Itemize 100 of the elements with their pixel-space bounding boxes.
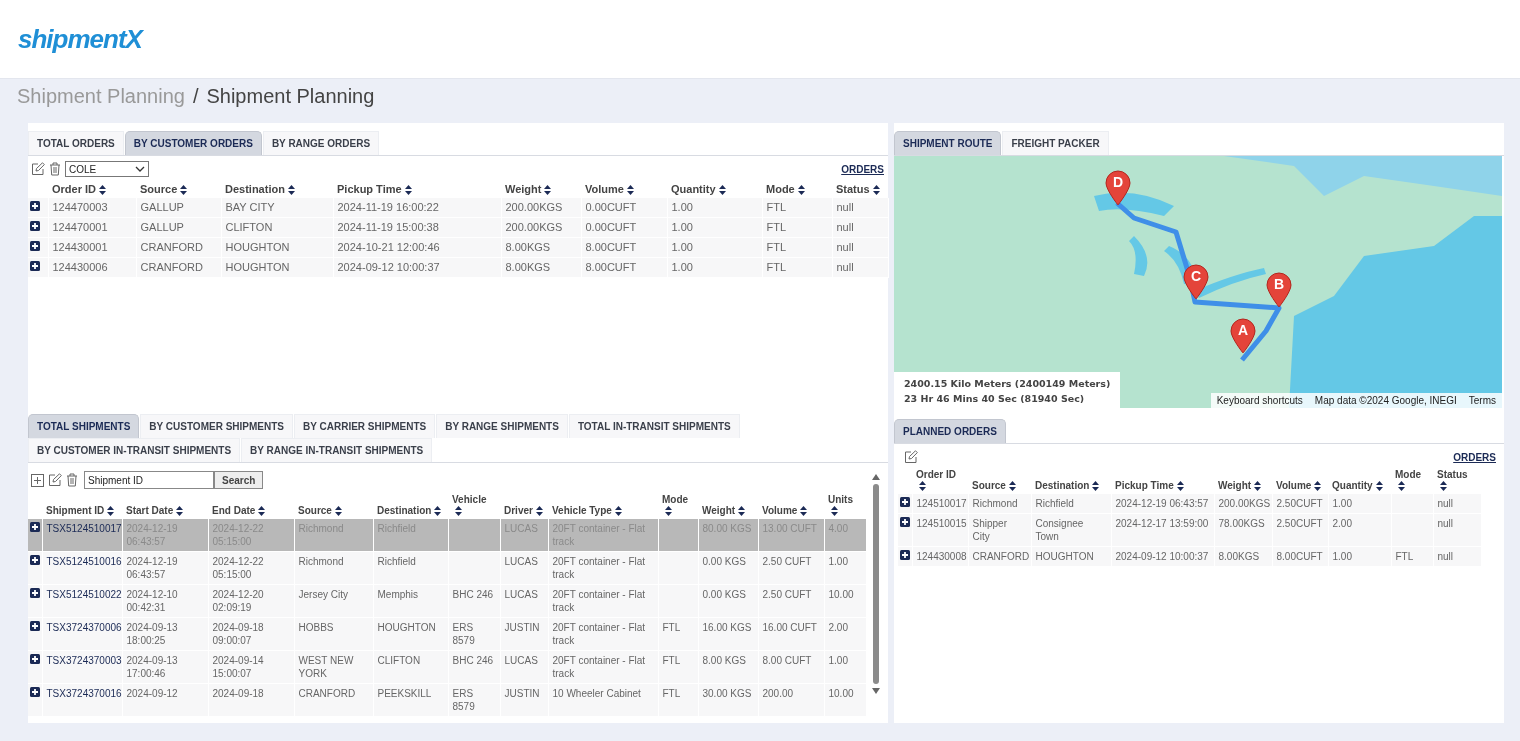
expand-icon[interactable] (30, 221, 40, 232)
tab[interactable]: SHIPMENT ROUTE (894, 131, 1002, 155)
sort-icon[interactable] (434, 506, 442, 517)
tab[interactable]: PLANNED ORDERS (894, 419, 1006, 443)
scroll-up-icon[interactable] (870, 473, 881, 481)
table-cell: 2024-10-21 12:00:46 (337, 241, 440, 254)
sort-icon[interactable] (180, 185, 188, 196)
expand-icon[interactable] (900, 517, 910, 528)
tab[interactable]: BY CUSTOMER IN-TRANSIT SHIPMENTS (28, 438, 241, 462)
expand-icon[interactable] (30, 522, 40, 533)
add-icon[interactable] (31, 473, 44, 487)
sort-icon[interactable] (258, 506, 266, 517)
expand-icon[interactable] (900, 497, 910, 508)
sort-icon[interactable] (1398, 481, 1405, 492)
table-cell: 8.00KGS (1218, 551, 1260, 563)
sort-icon[interactable] (665, 506, 672, 517)
sort-icon[interactable] (1314, 481, 1322, 492)
sort-icon[interactable] (334, 506, 342, 517)
tab[interactable]: BY RANGE ORDERS (262, 131, 380, 155)
sort-icon[interactable] (614, 506, 622, 517)
orders-link[interactable]: ORDERS (1453, 451, 1496, 463)
table-cell: LUCAS (504, 589, 538, 601)
expand-icon[interactable] (30, 201, 40, 212)
edit-icon[interactable] (31, 162, 45, 176)
expand-icon[interactable] (30, 555, 40, 566)
sort-icon[interactable] (176, 506, 184, 517)
scrollbar-thumb[interactable] (872, 484, 879, 684)
map-marker[interactable]: C (1183, 264, 1209, 300)
sort-icon[interactable] (535, 506, 543, 517)
sort-icon[interactable] (1092, 481, 1100, 492)
sort-icon[interactable] (1440, 481, 1447, 492)
sort-icon[interactable] (107, 506, 115, 517)
expand-icon[interactable] (30, 621, 40, 632)
map-drawing[interactable] (894, 156, 1502, 408)
expand-icon[interactable] (30, 654, 40, 665)
map-attribution-link[interactable]: Map data ©2024 Google, INEGI (1308, 393, 1463, 408)
table-cell: 1.00 (671, 261, 693, 274)
expand-icon[interactable] (30, 687, 40, 698)
sort-icon[interactable] (738, 506, 746, 517)
sort-icon[interactable] (1176, 481, 1184, 492)
tab[interactable]: TOTAL SHIPMENTS (28, 414, 140, 438)
table-cell: WEST NEW YORK (298, 655, 354, 680)
tab[interactable]: FREIGHT PACKER (1002, 131, 1109, 155)
map-attribution-link[interactable]: Terms (1462, 393, 1502, 408)
sort-icon[interactable] (797, 185, 805, 196)
tab[interactable]: BY RANGE SHIPMENTS (436, 414, 568, 438)
customer-dropdown[interactable]: COLE (65, 161, 149, 177)
sort-icon[interactable] (544, 185, 552, 196)
map-marker[interactable]: B (1266, 272, 1292, 308)
sort-icon[interactable] (919, 481, 926, 492)
shipment-id-link[interactable]: TSX3724370006 (46, 622, 122, 634)
breadcrumb-item: Shipment Planning (206, 84, 375, 108)
edit-icon[interactable] (904, 450, 918, 464)
sort-icon[interactable] (99, 185, 106, 196)
map-marker[interactable]: A (1230, 318, 1256, 354)
shipment-id-link[interactable]: TSX5124510022 (46, 589, 122, 601)
expand-icon[interactable] (900, 550, 910, 561)
tab[interactable]: BY CARRIER SHIPMENTS (294, 414, 436, 438)
shipment-id-link[interactable]: TSX5124510017 (46, 523, 122, 535)
trash-icon[interactable] (66, 473, 78, 487)
sort-icon[interactable] (1254, 481, 1262, 492)
table-row[interactable]: TSX3724370006 2024-09-13 18:00:25 2024-09-18 09:00:07 HOBBS HOUGHTON ERS 8579 JUSTIN 20FT container - Flat track FTL 16.00 KGS 16.00 CUFT 2.00 (28, 617, 866, 651)
edit-icon[interactable] (48, 473, 62, 487)
route-distance: 2400.15 Kilo Meters (2400149 Meters) (904, 377, 1111, 391)
sort-icon[interactable] (872, 185, 880, 196)
shipment-id-field[interactable]: Shipment ID (84, 471, 214, 489)
map-marker[interactable]: D (1105, 170, 1131, 206)
sort-icon[interactable] (1375, 481, 1383, 492)
sort-icon[interactable] (455, 506, 462, 517)
table-row[interactable]: TSX3724370003 2024-09-13 17:00:46 2024-09-14 15:00:07 WEST NEW YORK CLIFTON BHC 246 LUCAS 20FT container - Flat track FTL 8.00 KGS 8.00 CUFT 1.00 (28, 650, 866, 684)
logo[interactable]: shipmentX (18, 23, 142, 55)
expand-icon[interactable] (30, 588, 40, 599)
sort-icon[interactable] (626, 185, 634, 196)
trash-icon[interactable] (49, 162, 61, 176)
sort-icon[interactable] (1008, 481, 1016, 492)
table-row[interactable]: TSX3724370016 2024-09-12 2024-09-18 CRANFORD PEEKSKILL ERS 8579 JUSTIN 10 Wheeler Cabinet FTL 30.00 KGS 200.00 10.00 (28, 683, 866, 717)
orders-link[interactable]: ORDERS (841, 163, 884, 175)
sort-icon[interactable] (800, 506, 808, 517)
map-attribution-link[interactable]: Keyboard shortcuts (1210, 393, 1309, 408)
table-row[interactable]: TSX5124510016 2024-12-19 06:43:57 2024-12-22 05:15:00 Richmond Richfield LUCAS 20FT container - Flat track 0.00 KGS 2.50 CUFT 1.00 (28, 551, 866, 585)
sort-icon[interactable] (831, 506, 838, 517)
sort-icon[interactable] (718, 185, 726, 196)
table-cell: 2.50CUFT (1276, 498, 1323, 510)
tab[interactable]: BY CUSTOMER SHIPMENTS (140, 414, 293, 438)
scroll-down-icon[interactable] (870, 687, 881, 695)
shipment-id-link[interactable]: TSX3724370016 (46, 688, 122, 700)
tab[interactable]: BY CUSTOMER ORDERS (124, 131, 262, 155)
shipment-id-link[interactable]: TSX5124510016 (46, 556, 122, 568)
table-row[interactable]: TSX5124510022 2024-12-10 00:42:31 2024-12-20 02:09:19 Jersey City Memphis BHC 246 LUCAS 20FT container - Flat track 0.00 KGS 2.50 CUFT 10.00 (28, 584, 866, 618)
expand-icon[interactable] (30, 241, 40, 252)
sort-icon[interactable] (287, 185, 295, 196)
sort-icon[interactable] (404, 185, 412, 196)
tab[interactable]: TOTAL ORDERS (28, 131, 124, 155)
table-cell: 1.00 (828, 655, 848, 667)
table-cell: 1.00 (1332, 551, 1352, 563)
tab[interactable]: BY RANGE IN-TRANSIT SHIPMENTS (241, 438, 433, 462)
tab[interactable]: TOTAL IN-TRANSIT SHIPMENTS (568, 414, 740, 438)
expand-icon[interactable] (30, 261, 40, 272)
shipment-id-link[interactable]: TSX3724370003 (46, 655, 122, 667)
search-button[interactable]: Search (214, 471, 264, 489)
